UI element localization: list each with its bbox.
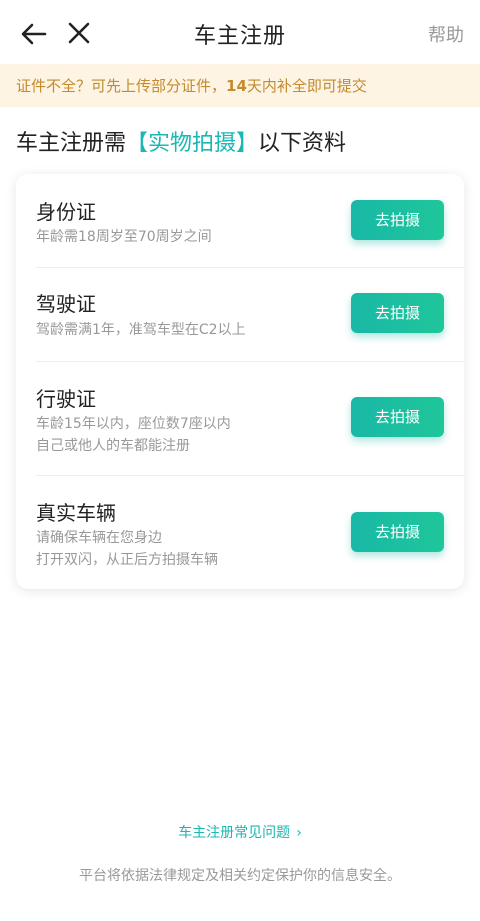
item-desc-line2: 打开双闪，从正后方拍摄车辆 (36, 552, 218, 568)
page-title: 车主注册 (193, 24, 286, 49)
list-item-vehicle-license: 行驶证 车龄15年以内，座位数7座以内 自己或他人的车都能注册 去拍摄 (16, 362, 464, 475)
document-list-card: 身份证 年龄需18周岁至70周岁之间 去拍摄 驾驶证 驾龄需满1年，准驾车型在C… (16, 174, 464, 589)
item-name: 真实车辆 (36, 501, 116, 525)
capture-button[interactable]: 去拍摄 (351, 293, 444, 333)
item-desc: 请确保车辆在您身边 (36, 530, 162, 546)
top-nav-bar: 车主注册 帮助 (0, 0, 480, 64)
capture-button[interactable]: 去拍摄 (351, 200, 444, 240)
notice-days: 14 (226, 77, 247, 95)
item-desc: 年龄需18周岁至70周岁之间 (36, 229, 212, 245)
help-button[interactable]: 帮助 (428, 21, 464, 47)
list-item-driver-license: 驾驶证 驾龄需满1年，准驾车型在C2以上 去拍摄 (16, 268, 464, 361)
list-item-real-vehicle: 真实车辆 请确保车辆在您身边 打开双闪，从正后方拍摄车辆 去拍摄 (16, 476, 464, 589)
headline-highlight: 【实物拍摄】 (126, 131, 259, 156)
item-desc: 车龄15年以内，座位数7座以内 (36, 416, 231, 432)
capture-button[interactable]: 去拍摄 (351, 397, 444, 437)
headline-suffix: 以下资料 (258, 131, 347, 156)
item-desc: 驾龄需满1年，准驾车型在C2以上 (36, 322, 246, 338)
notice-text-after: 天内补全即可提交 (246, 77, 367, 95)
item-name: 身份证 (36, 200, 96, 224)
item-name: 驾驶证 (36, 292, 96, 316)
faq-link[interactable]: 车主注册常见问题 › (0, 822, 480, 842)
capture-button[interactable]: 去拍摄 (351, 512, 444, 552)
chevron-right-icon: › (296, 825, 302, 841)
list-item-id-card: 身份证 年龄需18周岁至70周岁之间 去拍摄 (16, 174, 464, 267)
headline-prefix: 车主注册需 (16, 131, 127, 156)
section-headline: 车主注册需【实物拍摄】以下资料 (16, 125, 346, 157)
privacy-footer: 平台将依据法律规定及相关约定保护你的信息安全。 (79, 868, 401, 884)
notice-text: 证件不全？可先上传部分证件，14天内补全即可提交 (16, 75, 367, 96)
notice-text-before: 证件不全？可先上传部分证件， (16, 77, 227, 95)
item-desc-line2: 自己或他人的车都能注册 (36, 438, 190, 454)
faq-link-label: 车主注册常见问题 (178, 825, 291, 841)
notice-banner: 证件不全？可先上传部分证件，14天内补全即可提交 (0, 64, 480, 107)
item-name: 行驶证 (36, 387, 96, 411)
